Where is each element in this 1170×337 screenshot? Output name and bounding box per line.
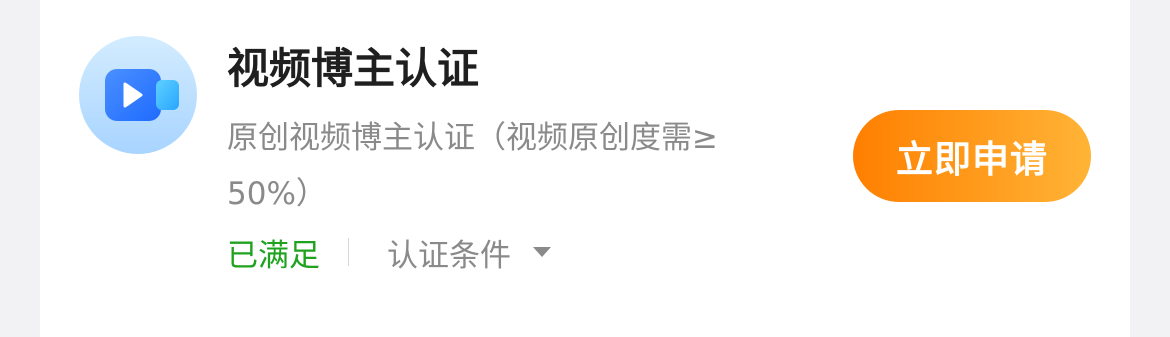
status-text: 已满足 [227,237,320,274]
card-title: 视频博主认证 [227,44,480,93]
video-camera-icon [79,36,197,154]
conditions-label: 认证条件 [387,237,511,274]
verification-card: 视频博主认证 原创视频博主认证（视频原创度需≥50%） 已满足 认证条件 立即申… [40,0,1130,337]
status-row: 已满足 认证条件 [227,228,551,276]
apply-button[interactable]: 立即申请 [853,110,1091,202]
divider [348,238,349,266]
card-description: 原创视频博主认证（视频原创度需≥50%） [227,120,718,212]
chevron-down-icon [533,247,551,257]
conditions-toggle[interactable]: 认证条件 [387,230,551,275]
